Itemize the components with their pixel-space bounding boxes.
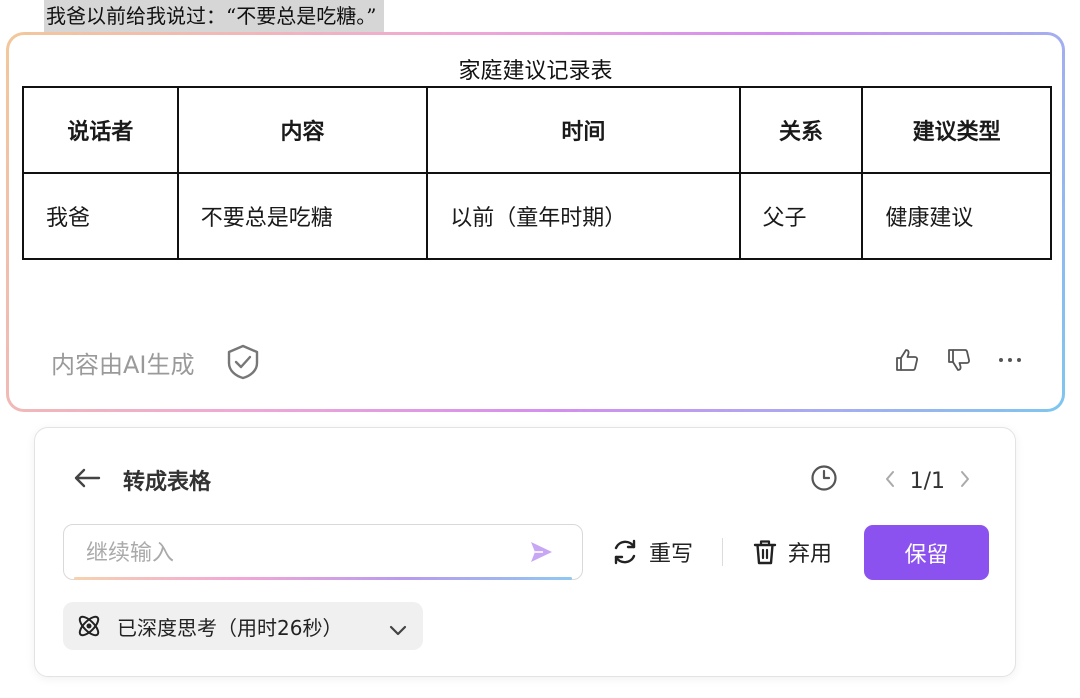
thumbs-down-icon[interactable] [946, 347, 972, 373]
discard-label: 弃用 [788, 542, 833, 567]
transform-panel: 转成表格 1/1 继续输入 重写 弃用 保留 已深度思考（用时26秒） [34, 427, 1016, 677]
refresh-icon [614, 539, 636, 565]
arrow-left-icon[interactable] [73, 467, 101, 493]
deep-thinking-toggle[interactable]: 已深度思考（用时26秒） [63, 602, 423, 650]
panel-title: 转成表格 [123, 470, 212, 495]
ai-result-card: 家庭建议记录表 说话者 内容 时间 关系 建议类型 我爸 不要总是吃糖 以前（童… [6, 32, 1065, 412]
action-divider [722, 538, 723, 566]
table-header-row: 说话者 内容 时间 关系 建议类型 [22, 86, 1052, 174]
more-horizontal-icon[interactable] [998, 355, 1022, 365]
rewrite-button[interactable]: 重写 [611, 536, 693, 568]
chevron-left-icon[interactable] [884, 469, 896, 493]
feedback-actions [894, 347, 1022, 373]
atom-icon [78, 615, 100, 637]
table-row: 我爸 不要总是吃糖 以前（童年时期） 父子 健康建议 [22, 172, 1052, 260]
table-title: 家庭建议记录表 [458, 59, 613, 84]
table-header-cell: 时间 [426, 86, 741, 174]
shield-check-icon[interactable] [225, 343, 261, 381]
table-header-cell: 说话者 [22, 86, 179, 174]
table-cell: 健康建议 [861, 172, 1052, 260]
ai-generated-note: 内容由AI生成 [51, 343, 261, 381]
table-cell: 不要总是吃糖 [176, 172, 429, 260]
history-clock-icon[interactable] [810, 464, 838, 498]
table-header-cell: 关系 [738, 86, 864, 174]
panel-header: 转成表格 [73, 464, 211, 496]
chevron-down-icon[interactable] [389, 617, 407, 641]
page-indicator: 1/1 [909, 468, 945, 494]
table-header-cell: 内容 [176, 86, 429, 174]
input-gradient-underline [74, 577, 572, 580]
continue-input[interactable] [84, 535, 508, 571]
selected-text-highlight: 我爸以前给我说过：“不要总是吃糖。” [44, 0, 385, 32]
table-cell: 父子 [738, 172, 864, 260]
record-table: 说话者 内容 时间 关系 建议类型 我爸 不要总是吃糖 以前（童年时期） 父子 … [22, 86, 1052, 260]
thinking-label: 已深度思考（用时26秒） [117, 615, 343, 640]
trash-icon [753, 540, 777, 565]
thumbs-up-icon[interactable] [894, 347, 920, 373]
version-navigation: 1/1 [810, 464, 971, 498]
table-cell: 我爸 [22, 172, 179, 260]
ai-generated-label: 内容由AI生成 [51, 350, 195, 379]
chevron-right-icon[interactable] [959, 469, 971, 493]
rewrite-label: 重写 [649, 542, 694, 567]
table-cell: 以前（童年时期） [426, 172, 741, 260]
keep-button[interactable]: 保留 [864, 525, 989, 580]
discard-button[interactable]: 弃用 [752, 536, 832, 568]
send-icon[interactable] [528, 539, 554, 569]
table-header-cell: 建议类型 [861, 86, 1052, 174]
continue-input-box [63, 524, 583, 580]
